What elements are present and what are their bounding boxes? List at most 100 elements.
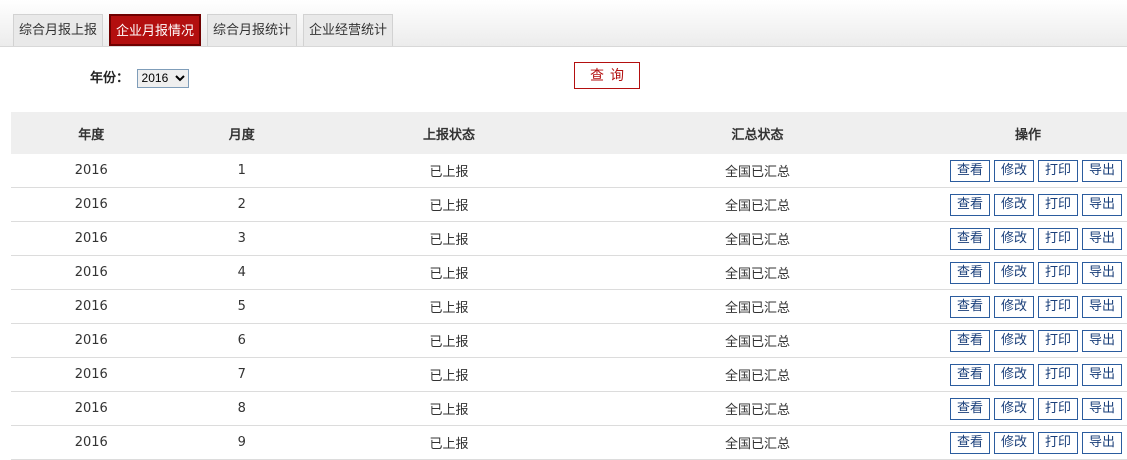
- cell-year: 2016: [11, 255, 172, 290]
- table-row: 2016 2 已上报 全国已汇总 查看 修改 打印 导出: [11, 187, 1127, 222]
- cell-summary-status: 全国已汇总: [585, 255, 930, 290]
- edit-button[interactable]: 修改: [994, 159, 1035, 182]
- tab-enterprise-monthly-status[interactable]: 企业月报情况: [109, 14, 202, 46]
- operation-buttons: 查看 修改 打印 导出: [930, 227, 1126, 250]
- cell-summary-status: 全国已汇总: [585, 221, 930, 256]
- cell-summary-status: 全国已汇总: [585, 187, 930, 222]
- table-row: 2016 6 已上报 全国已汇总 查看 修改 打印 导出: [11, 323, 1127, 358]
- header-summary-status: 汇总状态: [585, 112, 930, 154]
- cell-operations: 查看 修改 打印 导出: [929, 391, 1127, 426]
- cell-report-status: 已上报: [312, 187, 586, 222]
- edit-button[interactable]: 修改: [994, 227, 1035, 250]
- cell-summary-status: 全国已汇总: [585, 357, 930, 392]
- operation-buttons: 查看 修改 打印 导出: [930, 397, 1126, 420]
- cell-summary-status: 全国已汇总: [585, 323, 930, 358]
- export-button[interactable]: 导出: [1082, 431, 1123, 454]
- year-select[interactable]: 2016: [136, 68, 189, 88]
- cell-year: 2016: [11, 425, 172, 460]
- operation-buttons: 查看 修改 打印 导出: [930, 159, 1126, 182]
- view-button[interactable]: 查看: [950, 363, 991, 386]
- cell-year: 2016: [11, 154, 172, 188]
- cell-report-status: 已上报: [312, 221, 586, 256]
- export-button[interactable]: 导出: [1082, 295, 1123, 318]
- view-button[interactable]: 查看: [950, 397, 991, 420]
- cell-month: 2: [171, 187, 312, 222]
- print-button[interactable]: 打印: [1038, 193, 1079, 216]
- print-button[interactable]: 打印: [1038, 329, 1079, 352]
- print-button[interactable]: 打印: [1038, 227, 1079, 250]
- cell-operations: 查看 修改 打印 导出: [929, 357, 1127, 392]
- cell-operations: 查看 修改 打印 导出: [929, 323, 1127, 358]
- view-button[interactable]: 查看: [950, 431, 991, 454]
- cell-month: 7: [171, 357, 312, 392]
- view-button[interactable]: 查看: [950, 159, 991, 182]
- print-button[interactable]: 打印: [1038, 295, 1079, 318]
- view-button[interactable]: 查看: [950, 227, 991, 250]
- edit-button[interactable]: 修改: [994, 431, 1035, 454]
- table-row: 2016 9 已上报 全国已汇总 查看 修改 打印 导出: [11, 425, 1127, 460]
- view-button[interactable]: 查看: [950, 295, 991, 318]
- cell-report-status: 已上报: [312, 391, 586, 426]
- export-button[interactable]: 导出: [1082, 363, 1123, 386]
- export-button[interactable]: 导出: [1082, 261, 1123, 284]
- header-year: 年度: [11, 112, 172, 154]
- print-button[interactable]: 打印: [1038, 431, 1079, 454]
- cell-report-status: 已上报: [312, 323, 586, 358]
- table-body: 2016 1 已上报 全国已汇总 查看 修改 打印 导出 2016 2 已上报 全国已汇总 查看 修改 打印…: [11, 154, 1127, 460]
- cell-summary-status: 全国已汇总: [585, 391, 930, 426]
- cell-summary-status: 全国已汇总: [585, 425, 930, 460]
- table-row: 2016 4 已上报 全国已汇总 查看 修改 打印 导出: [11, 255, 1127, 290]
- table-header-row: 年度 月度 上报状态 汇总状态 操作: [11, 112, 1127, 154]
- year-label: 年份：: [90, 71, 130, 86]
- edit-button[interactable]: 修改: [994, 193, 1035, 216]
- export-button[interactable]: 导出: [1082, 227, 1123, 250]
- header-report-status: 上报状态: [312, 112, 586, 154]
- view-button[interactable]: 查看: [950, 261, 991, 284]
- cell-month: 4: [171, 255, 312, 290]
- tab-monthly-report-statistics[interactable]: 综合月报统计: [207, 14, 298, 46]
- cell-operations: 查看 修改 打印 导出: [929, 255, 1127, 290]
- view-button[interactable]: 查看: [950, 193, 991, 216]
- query-button[interactable]: 查询: [574, 62, 640, 89]
- tab-monthly-report-submit[interactable]: 综合月报上报: [13, 14, 104, 46]
- edit-button[interactable]: 修改: [994, 261, 1035, 284]
- edit-button[interactable]: 修改: [994, 363, 1035, 386]
- operation-buttons: 查看 修改 打印 导出: [930, 261, 1126, 284]
- edit-button[interactable]: 修改: [994, 295, 1035, 318]
- cell-operations: 查看 修改 打印 导出: [929, 289, 1127, 324]
- cell-operations: 查看 修改 打印 导出: [929, 187, 1127, 222]
- year-filter: 年份： 2016: [90, 67, 189, 88]
- cell-operations: 查看 修改 打印 导出: [929, 425, 1127, 460]
- operation-buttons: 查看 修改 打印 导出: [930, 329, 1126, 352]
- export-button[interactable]: 导出: [1082, 329, 1123, 352]
- table-row: 2016 7 已上报 全国已汇总 查看 修改 打印 导出: [11, 357, 1127, 392]
- export-button[interactable]: 导出: [1082, 397, 1123, 420]
- print-button[interactable]: 打印: [1038, 363, 1079, 386]
- print-button[interactable]: 打印: [1038, 159, 1079, 182]
- tab-enterprise-operation-statistics[interactable]: 企业经营统计: [303, 14, 394, 46]
- cell-year: 2016: [11, 323, 172, 358]
- export-button[interactable]: 导出: [1082, 159, 1123, 182]
- cell-year: 2016: [11, 391, 172, 426]
- cell-report-status: 已上报: [312, 357, 586, 392]
- export-button[interactable]: 导出: [1082, 193, 1123, 216]
- cell-month: 9: [171, 425, 312, 460]
- tab-list: 综合月报上报 企业月报情况 综合月报统计 企业经营统计: [13, 14, 394, 46]
- print-button[interactable]: 打印: [1038, 397, 1079, 420]
- cell-report-status: 已上报: [312, 289, 586, 324]
- table-row: 2016 5 已上报 全国已汇总 查看 修改 打印 导出: [11, 289, 1127, 324]
- header-operations: 操作: [929, 112, 1127, 154]
- cell-month: 1: [171, 154, 312, 188]
- cell-report-status: 已上报: [312, 255, 586, 290]
- cell-month: 6: [171, 323, 312, 358]
- edit-button[interactable]: 修改: [994, 397, 1035, 420]
- print-button[interactable]: 打印: [1038, 261, 1079, 284]
- cell-month: 5: [171, 289, 312, 324]
- edit-button[interactable]: 修改: [994, 329, 1035, 352]
- header-month: 月度: [171, 112, 312, 154]
- top-tab-bar: 综合月报上报 企业月报情况 综合月报统计 企业经营统计: [0, 0, 1127, 47]
- view-button[interactable]: 查看: [950, 329, 991, 352]
- operation-buttons: 查看 修改 打印 导出: [930, 193, 1126, 216]
- cell-year: 2016: [11, 357, 172, 392]
- cell-report-status: 已上报: [312, 425, 586, 460]
